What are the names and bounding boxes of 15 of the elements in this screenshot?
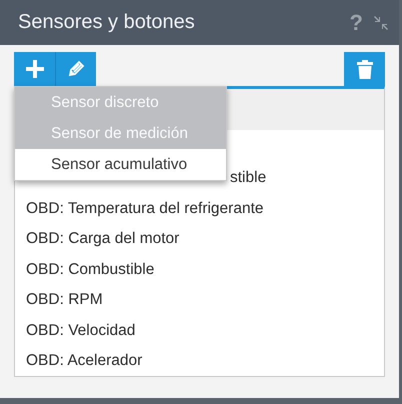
sensor-item[interactable]: OBD: Combustible	[15, 254, 384, 285]
delete-button[interactable]	[344, 52, 385, 86]
add-button[interactable]	[14, 52, 55, 86]
window-title: Sensores y botones	[18, 11, 196, 34]
edit-button[interactable]	[55, 52, 96, 86]
trash-icon	[356, 60, 372, 78]
sensor-item[interactable]: OBD: Carga del motor	[15, 224, 384, 254]
menu-item[interactable]: Sensor acumulativo	[15, 149, 226, 180]
plus-icon	[26, 60, 44, 78]
collapse-icon[interactable]	[373, 14, 389, 30]
pencil-icon	[67, 60, 85, 78]
sensor-item[interactable]: OBD: RPM	[15, 285, 384, 316]
sensor-item[interactable]: OBD: Acelerador	[15, 346, 384, 376]
sensor-item[interactable]: OBD: Velocidad	[15, 316, 384, 346]
sensor-item[interactable]: OBD: Temperatura del refrigerante	[15, 194, 384, 224]
